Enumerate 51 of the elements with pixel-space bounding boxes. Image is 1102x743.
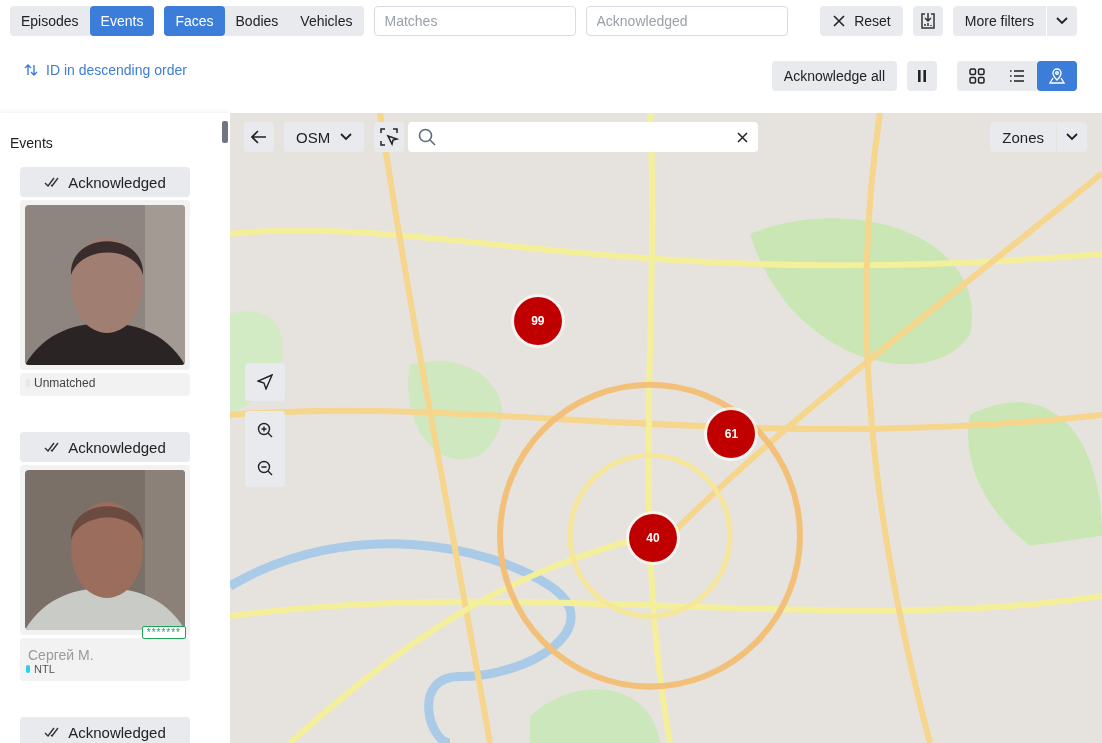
dropdown-button[interactable] [1047, 6, 1077, 36]
dropdown-button[interactable] [1057, 122, 1087, 152]
more-filters-button[interactable]: More filters [952, 6, 1046, 36]
double-check-icon [44, 442, 61, 452]
mode-tab[interactable]: Events [89, 6, 155, 36]
list-icon [1009, 69, 1025, 83]
filter-field[interactable]: Matches [373, 6, 576, 36]
sort-link[interactable]: ID in descending order [24, 62, 187, 78]
object-tab[interactable]: Faces [164, 6, 225, 36]
caret-icon [1066, 133, 1078, 141]
watchlist-name: NTL [34, 663, 55, 675]
map-view-button[interactable] [1037, 61, 1077, 91]
zoom-in-icon [257, 422, 273, 438]
back-button[interactable] [244, 122, 274, 152]
object-tab[interactable]: Bodies [224, 6, 290, 36]
navigation-arrow-icon [257, 374, 273, 390]
pause-icon [917, 70, 927, 82]
reset-button[interactable]: Reset [820, 6, 903, 36]
zoom-out-icon [257, 460, 273, 476]
map-search-field[interactable] [408, 122, 759, 152]
select-cursor-icon [379, 127, 400, 147]
map-pin-icon [1048, 67, 1066, 85]
zoom-out-button[interactable] [245, 449, 285, 487]
close-icon [832, 14, 847, 28]
sort-icon [24, 64, 38, 76]
acknowledged-button[interactable]: Acknowledged [20, 167, 190, 197]
match-name: Сергей М. [27, 647, 95, 663]
locate-button[interactable] [245, 363, 285, 401]
zones-button[interactable]: Zones [990, 122, 1056, 152]
grid-icon [969, 68, 985, 84]
mode-tab[interactable]: Episodes [10, 6, 90, 36]
search-icon [418, 128, 437, 146]
double-check-icon [44, 727, 61, 737]
sidebar-title: Events [10, 135, 54, 151]
caret-icon [1056, 17, 1068, 25]
pause-button[interactable] [907, 61, 937, 91]
arrow-left-icon [251, 130, 267, 144]
export-button[interactable] [912, 6, 943, 36]
zoom-in-button[interactable] [245, 411, 285, 449]
acknowledged-button[interactable]: Acknowledged [20, 432, 190, 462]
clear-icon[interactable] [737, 131, 749, 143]
object-tab[interactable]: Vehicles [289, 6, 364, 36]
double-check-icon [44, 177, 61, 187]
filter-field[interactable]: Acknowledged [585, 6, 788, 36]
layer-dropdown[interactable]: OSM [284, 122, 365, 152]
match-name: Unmatched [34, 376, 96, 390]
masked-badge: ******* [141, 626, 186, 639]
caret-icon [340, 133, 353, 141]
acknowledged-button[interactable]: Acknowledged [20, 717, 190, 743]
select-area-button[interactable] [374, 122, 405, 152]
acknowledge-all-button[interactable]: Acknowledge all [771, 61, 897, 91]
